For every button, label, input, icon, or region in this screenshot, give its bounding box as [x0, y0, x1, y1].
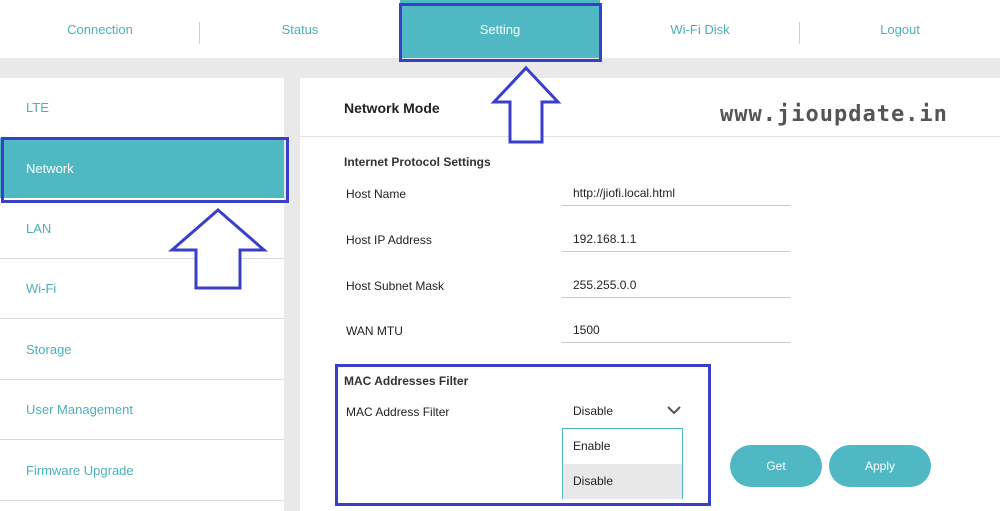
mac-filter-section-title: MAC Addresses Filter	[344, 374, 469, 388]
tab-wifi-disk[interactable]: Wi-Fi Disk	[600, 0, 800, 58]
option-disable[interactable]: Disable	[563, 464, 682, 499]
host-name-field[interactable]: http://jiofi.local.html	[562, 180, 790, 206]
sidebar-item-lte[interactable]: LTE	[0, 78, 284, 138]
tab-status[interactable]: Status	[200, 0, 400, 58]
sidebar-item-storage[interactable]: Storage	[0, 320, 284, 380]
network-settings-panel: Network Mode www.jioupdate.in Internet P…	[300, 78, 1000, 511]
subnet-mask-field[interactable]: 255.255.0.0	[562, 272, 790, 298]
page-title: Network Mode	[344, 100, 440, 116]
sidebar-item-firmware-upgrade[interactable]: Firmware Upgrade	[0, 441, 284, 501]
tab-setting[interactable]: Setting	[400, 0, 600, 58]
watermark: www.jioupdate.in	[720, 102, 948, 127]
internet-protocol-section-title: Internet Protocol Settings	[344, 155, 491, 169]
apply-button[interactable]: Apply	[829, 445, 931, 487]
host-ip-field[interactable]: 192.168.1.1	[562, 226, 790, 252]
sidebar-item-wifi[interactable]: Wi-Fi	[0, 259, 284, 319]
get-button[interactable]: Get	[730, 445, 822, 487]
sidebar-item-user-management[interactable]: User Management	[0, 380, 284, 440]
title-divider	[300, 136, 1000, 137]
subnet-mask-label: Host Subnet Mask	[346, 279, 445, 293]
tab-connection[interactable]: Connection	[0, 0, 200, 58]
sidebar-item-network[interactable]: Network	[0, 138, 284, 198]
option-enable[interactable]: Enable	[563, 429, 682, 464]
top-navigation: Connection Status Setting Wi-Fi Disk Log…	[0, 0, 1000, 58]
sidebar: LTE Network LAN Wi-Fi Storage User Manag…	[0, 78, 284, 511]
host-name-label: Host Name	[346, 187, 407, 201]
tab-logout[interactable]: Logout	[800, 0, 1000, 58]
host-ip-label: Host IP Address	[346, 233, 432, 247]
sidebar-item-lan[interactable]: LAN	[0, 199, 284, 259]
mac-filter-dropdown: Enable Disable	[562, 428, 683, 499]
mac-filter-label: MAC Address Filter	[346, 405, 450, 419]
wan-mtu-field[interactable]: 1500	[562, 317, 790, 343]
wan-mtu-label: WAN MTU	[346, 324, 403, 338]
chevron-down-icon[interactable]	[666, 402, 682, 418]
